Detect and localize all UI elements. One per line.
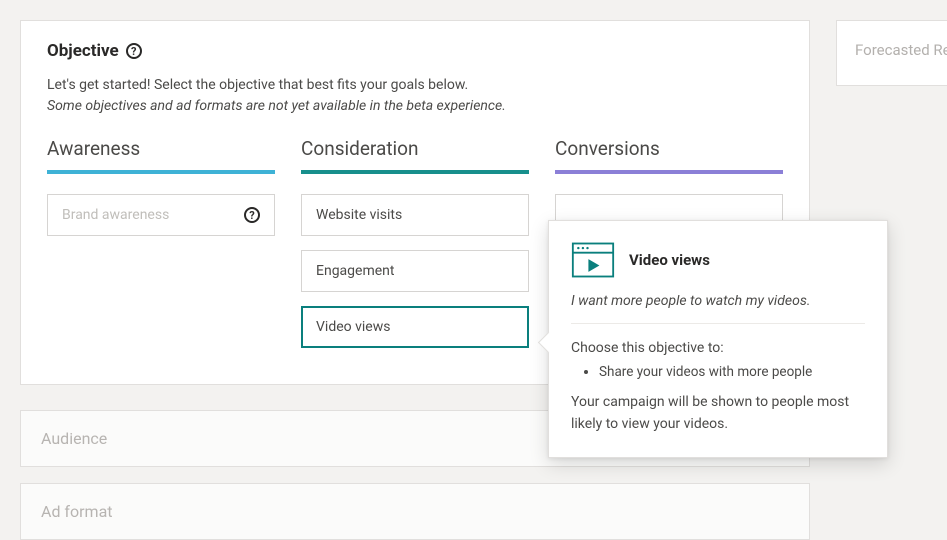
- option-label: Engagement: [316, 263, 394, 279]
- objective-title: Objective: [47, 41, 119, 61]
- intro-text: Let's get started! Select the objective …: [47, 77, 468, 93]
- option-label: Brand awareness: [62, 207, 169, 223]
- option-video-views[interactable]: Video views: [301, 306, 529, 348]
- help-icon[interactable]: ?: [126, 43, 142, 59]
- conversions-title: Conversions: [555, 137, 783, 160]
- intro-note: Some objectives and ad formats are not y…: [47, 96, 783, 117]
- tooltip-bullet: Share your videos with more people: [599, 364, 865, 380]
- help-icon[interactable]: ?: [244, 207, 260, 223]
- option-label: Video views: [316, 319, 390, 335]
- consideration-column: Consideration Website visits Engagement …: [301, 137, 529, 362]
- option-label: Website visits: [316, 207, 402, 223]
- option-brand-awareness: Brand awareness ?: [47, 194, 275, 236]
- adformat-label: Ad format: [41, 502, 113, 521]
- tooltip-footer: Your campaign will be shown to people mo…: [571, 392, 865, 435]
- consideration-title: Consideration: [301, 137, 529, 160]
- option-website-visits[interactable]: Website visits: [301, 194, 529, 236]
- option-engagement[interactable]: Engagement: [301, 250, 529, 292]
- conversions-rule: [555, 170, 783, 174]
- video-play-icon: [571, 241, 615, 279]
- forecast-label: Forecasted Re: [855, 41, 947, 59]
- awareness-title: Awareness: [47, 137, 275, 160]
- tooltip-divider: [571, 323, 865, 324]
- tooltip-title: Video views: [629, 251, 710, 269]
- awareness-column: Awareness Brand awareness ?: [47, 137, 275, 362]
- tooltip-subtitle: I want more people to watch my videos.: [571, 293, 865, 309]
- objective-intro: Let's get started! Select the objective …: [47, 75, 783, 117]
- adformat-section[interactable]: Ad format: [20, 483, 810, 540]
- forecast-card: Forecasted Re: [836, 20, 947, 86]
- tooltip-bullets: Share your videos with more people: [571, 364, 865, 380]
- awareness-rule: [47, 170, 275, 174]
- audience-label: Audience: [41, 429, 107, 448]
- tooltip-choose-label: Choose this objective to:: [571, 340, 865, 356]
- video-views-tooltip: Video views I want more people to watch …: [548, 220, 888, 458]
- consideration-rule: [301, 170, 529, 174]
